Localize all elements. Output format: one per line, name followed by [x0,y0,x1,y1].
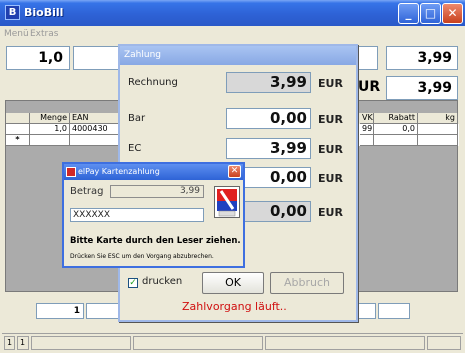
rechnung-field: 3,99 [226,72,311,93]
ok-button[interactable]: OK [202,272,264,294]
elpay-close-button[interactable]: ✕ [228,165,241,178]
card-reader-icon [214,186,240,218]
elpay-dialog: elPay Kartenzahlung ✕ Betrag 3,99 XXXXXX… [62,162,245,268]
menu-bar: Menü Extras [0,26,465,43]
card-number-field[interactable]: XXXXXX [70,208,204,222]
partial-field-top[interactable] [358,46,378,70]
price-value: 3,99 [417,50,452,66]
quantity-field[interactable]: 1,0 [6,46,70,70]
cell-rabatt[interactable] [374,135,418,146]
article-field[interactable] [73,46,121,70]
label-bar: Bar [128,113,146,124]
partial-label-box: UR [358,76,381,100]
grid-header-marker [6,113,30,124]
cell-kg[interactable] [418,124,458,135]
cell-ean[interactable] [70,135,120,146]
instruction-text: Bitte Karte durch den Leser ziehen. [70,236,241,246]
status-pane-1: 1 [4,336,15,350]
row-marker [6,124,30,135]
elpay-title: elPay Kartenzahlung [78,167,160,176]
cell-vk[interactable] [360,135,374,146]
currency-ec: EUR [318,143,343,156]
card-reader-graphic [217,189,237,217]
window-title: BioBill [24,6,64,19]
cancel-button[interactable]: Abbruch [270,272,344,294]
quantity-value: 1,0 [38,50,63,66]
elpay-logo-icon [66,167,76,177]
status-pane-2: 1 [17,336,29,350]
status-pane-4 [133,336,263,350]
main-titlebar[interactable]: B BioBill _ □ ✕ [0,0,465,26]
label-rechnung: Rechnung [128,77,178,88]
bottom-field-2[interactable] [86,303,120,319]
elpay-titlebar[interactable]: elPay Kartenzahlung ✕ [64,164,243,180]
grid-header-kg[interactable]: kg [418,113,458,124]
app-icon: B [5,5,20,20]
bottom-field-4[interactable] [378,303,410,319]
cell-kg[interactable] [418,135,458,146]
status-pane-3 [31,336,131,350]
minimize-button[interactable]: _ [398,3,419,24]
grid-header-vk[interactable]: VK [360,113,374,124]
status-bar: 1 1 [2,333,463,351]
bottom-field-3[interactable] [358,303,376,319]
total-value: 3,99 [417,80,452,96]
betrag-field: 3,99 [110,185,204,198]
betrag-label: Betrag [70,186,104,197]
row-marker: * [6,135,30,146]
grid-header-menge[interactable]: Menge [30,113,70,124]
payment-status-text: Zahlvorgang läuft.. [182,300,287,313]
bar-field[interactable]: 0,00 [226,108,311,129]
total-field[interactable]: 3,99 [386,76,458,100]
close-button[interactable]: ✕ [442,3,463,24]
currency-third: EUR [318,172,343,185]
price-field[interactable]: 3,99 [386,46,458,70]
currency-bar: EUR [318,113,343,126]
maximize-button[interactable]: □ [420,3,441,24]
cell-menge[interactable]: 1,0 [30,124,70,135]
currency-rest: EUR [318,206,343,219]
partial-currency-label: UR [358,79,381,95]
cell-vk[interactable]: 99 [360,124,374,135]
ec-field[interactable]: 3,99 [226,138,311,159]
zahlung-title[interactable]: Zahlung [120,46,356,65]
status-pane-5 [265,336,425,350]
cell-menge[interactable] [30,135,70,146]
currency-rechnung: EUR [318,77,343,90]
label-ec: EC [128,143,142,154]
print-checkbox-label[interactable]: drucken [142,276,182,287]
print-checkbox[interactable]: ✓ [128,278,138,288]
cell-ean[interactable]: 4000430 [70,124,120,135]
grid-header-rabatt[interactable]: Rabatt [374,113,418,124]
cell-rabatt[interactable]: 0,0 [374,124,418,135]
status-pane-6 [427,336,461,350]
menu-item-extras[interactable]: Extras [30,29,58,39]
grid-header-ean[interactable]: EAN [70,113,120,124]
esc-hint-text: Drücken Sie ESC um den Vorgang abzubrech… [70,253,214,260]
bottom-count-field[interactable]: 1 [36,303,84,319]
menu-item-menu[interactable]: Menü [4,29,29,39]
